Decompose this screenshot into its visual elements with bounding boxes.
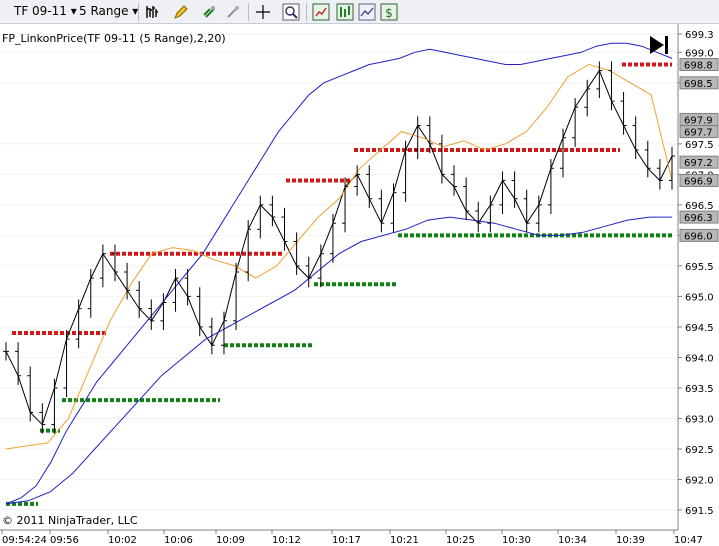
time-tick-label: 10:25 bbox=[446, 535, 475, 546]
price-tick-label: 691.5 bbox=[685, 506, 714, 517]
indicator-line-1 bbox=[5, 42, 673, 505]
dollar-icon[interactable]: $ bbox=[380, 3, 398, 21]
price-marker-label: 698.5 bbox=[684, 79, 713, 90]
price-marker-label: 696.0 bbox=[684, 231, 713, 242]
price-marker-label: 696.3 bbox=[684, 213, 713, 224]
chart-toolbar: TF 09-11 ▾ 5 Range ▾ $ bbox=[0, 0, 719, 24]
price-tick-label: 694.5 bbox=[685, 323, 714, 334]
price-tick-label: 692.5 bbox=[685, 445, 714, 456]
svg-text:$: $ bbox=[385, 6, 393, 20]
chart-properties-icon[interactable] bbox=[358, 3, 376, 21]
instrument-selector[interactable]: TF 09-11 ▾ bbox=[14, 4, 77, 18]
price-tick-label: 693.0 bbox=[685, 414, 714, 425]
indicator-label: FP_LinkonPrice(TF 09-11 (5 Range),2,20) bbox=[2, 32, 226, 45]
toolbar-separator bbox=[138, 3, 139, 21]
range-bars bbox=[3, 61, 675, 434]
price-tick-label: 699.3 bbox=[685, 30, 714, 41]
indicator-lines bbox=[5, 42, 673, 505]
price-marker-label: 697.2 bbox=[684, 158, 713, 169]
time-tick-label: 10:06 bbox=[164, 535, 193, 546]
price-tick-label: 697.5 bbox=[685, 140, 714, 151]
zoom-icon[interactable] bbox=[282, 3, 300, 21]
time-tick-label: 09:56 bbox=[50, 535, 79, 546]
indicators-icon[interactable] bbox=[312, 3, 330, 21]
price-marker-label: 698.8 bbox=[684, 61, 713, 72]
price-marker-label: 697.7 bbox=[684, 128, 713, 139]
crosshair-icon[interactable] bbox=[254, 3, 272, 21]
time-tick-label: 10:12 bbox=[272, 535, 301, 546]
time-tick-label: 10:30 bbox=[502, 535, 531, 546]
bar-type-selector[interactable]: 5 Range ▾ bbox=[79, 4, 138, 18]
magnet-icon[interactable] bbox=[200, 3, 218, 21]
price-tick-label: 695.0 bbox=[685, 292, 714, 303]
price-tick-label: 696.5 bbox=[685, 201, 714, 212]
pointer-icon[interactable] bbox=[224, 3, 242, 21]
time-tick-label: 10:21 bbox=[390, 535, 419, 546]
scroll-to-end-icon[interactable] bbox=[650, 36, 668, 54]
price-tick-label: 692.0 bbox=[685, 475, 714, 486]
price-tick-label: 693.5 bbox=[685, 384, 714, 395]
time-tick-label: 10:34 bbox=[558, 535, 587, 546]
indicator-line-2 bbox=[5, 216, 672, 505]
price-tick-label: 695.5 bbox=[685, 262, 714, 273]
time-tick-label: 10:39 bbox=[616, 535, 645, 546]
price-marker-label: 697.9 bbox=[684, 115, 713, 126]
toolbar-separator bbox=[306, 3, 307, 21]
time-tick-label: 10:17 bbox=[332, 535, 361, 546]
toolbar-separator bbox=[248, 3, 249, 21]
time-tick-label: 10:02 bbox=[108, 535, 137, 546]
price-tick-label: 699.0 bbox=[685, 48, 714, 59]
time-tick-label: 10:47 bbox=[674, 535, 703, 546]
time-tick-label: 09:54:24 bbox=[2, 535, 47, 546]
support-resistance-levels bbox=[6, 62, 672, 506]
price-marker-label: 696.9 bbox=[684, 176, 713, 187]
copyright-text: © 2011 NinjaTrader, LLC bbox=[2, 514, 138, 527]
bar-style-icon[interactable] bbox=[144, 3, 162, 21]
price-chart[interactable]: 699.3699.0698.5697.5697.0696.5696.0695.5… bbox=[0, 24, 719, 546]
strategies-icon[interactable] bbox=[336, 3, 354, 21]
price-tick-label: 694.0 bbox=[685, 353, 714, 364]
pencil-draw-icon[interactable] bbox=[172, 3, 190, 21]
time-tick-label: 10:09 bbox=[216, 535, 245, 546]
indicator-line-3 bbox=[5, 63, 673, 450]
